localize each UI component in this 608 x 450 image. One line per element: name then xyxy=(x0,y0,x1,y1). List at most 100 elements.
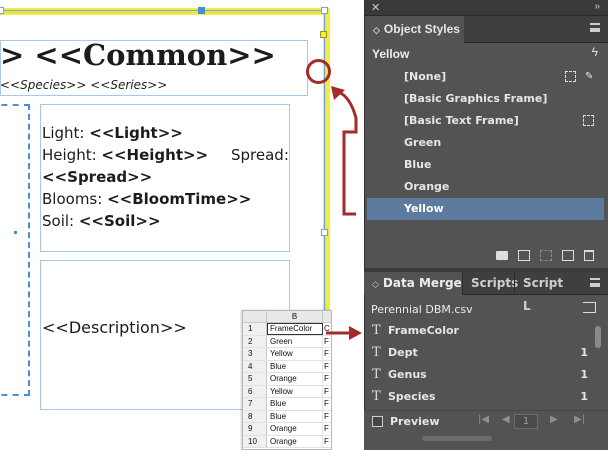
row-number: 5 xyxy=(243,373,267,385)
light-value: <<Light>> xyxy=(89,124,183,142)
selection-handle-right-middle[interactable] xyxy=(321,229,328,236)
new-style-icon[interactable] xyxy=(562,249,574,261)
folder-icon[interactable] xyxy=(496,250,508,260)
field-count: 1 xyxy=(580,346,588,359)
object-styles-tabbar: ◇ Object Styles xyxy=(365,16,608,43)
style-item-yellow[interactable]: Yellow xyxy=(367,198,604,220)
row-number: 1 xyxy=(243,323,267,335)
text-field-icon: T xyxy=(372,389,381,404)
spreadsheet-row: 10 Orange F xyxy=(243,435,331,448)
row-number: 3 xyxy=(243,348,267,360)
field-name: Species xyxy=(388,390,436,403)
tab-object-styles[interactable]: ◇ Object Styles xyxy=(365,16,464,43)
blooms-value: <<BloomTime>> xyxy=(107,190,252,208)
subtitle-text: <<Species>> <<Series>> xyxy=(0,78,168,92)
row-number: 7 xyxy=(243,398,267,410)
row-number: 6 xyxy=(243,385,267,397)
soil-value: <<Soil>> xyxy=(78,212,161,230)
document-canvas[interactable]: > <<Common>> <<Species>> <<Series>> Ligh… xyxy=(0,0,364,450)
collapse-icon[interactable]: » xyxy=(594,1,600,12)
column-b-header: B xyxy=(267,311,323,322)
style-item-none[interactable]: [None] ✎ xyxy=(367,66,604,88)
record-number-field[interactable]: 1 xyxy=(514,414,538,429)
data-field-item[interactable]: T FrameColor xyxy=(366,320,592,342)
lightning-icon[interactable]: ϟ xyxy=(592,45,598,59)
trash-icon[interactable] xyxy=(584,249,594,261)
close-icon[interactable]: ✕ xyxy=(371,1,380,14)
style-label: Blue xyxy=(404,158,432,171)
tab-chevron-icon: ◇ xyxy=(373,25,380,35)
last-record-icon[interactable]: ▶| xyxy=(574,414,585,425)
blooms-label: Blooms: xyxy=(42,190,108,208)
first-record-icon[interactable]: |◀ xyxy=(478,414,489,425)
field-count: 1 xyxy=(580,368,588,381)
cell-c: F xyxy=(324,361,329,371)
style-group-icon[interactable] xyxy=(518,249,530,261)
out-port-handle[interactable] xyxy=(320,31,327,38)
row-number: 2 xyxy=(243,335,267,347)
spreadsheet-inset: B 1 FrameColor C 2 Green F 3 Yellow F 4 Blue F 5 Oran… xyxy=(242,310,332,450)
select-data-source-icon[interactable] xyxy=(583,302,596,313)
panel-menu-icon[interactable] xyxy=(590,278,600,287)
field-name: Genus xyxy=(388,368,427,381)
style-label: [Basic Graphics Frame] xyxy=(404,92,548,105)
previous-record-icon[interactable]: ◀ xyxy=(502,414,510,425)
tab-object-styles-label: Object Styles xyxy=(383,22,460,36)
title-text: > <<Common>> xyxy=(0,38,276,72)
selection-handle-top-right[interactable] xyxy=(321,7,328,14)
data-merge-tabbar: ◇ Data Merge Scripts Script L xyxy=(364,272,608,313)
cell-c: F xyxy=(324,424,329,433)
clear-overrides-icon[interactable] xyxy=(540,249,552,261)
text-field-icon: T xyxy=(372,345,381,360)
preview-checkbox[interactable] xyxy=(372,416,383,427)
spreadsheet-row: 4 Blue F xyxy=(243,360,331,373)
selection-handle-top-center[interactable] xyxy=(198,7,205,14)
selection-edge-top xyxy=(0,10,328,11)
next-record-icon[interactable]: ▶ xyxy=(550,414,558,425)
data-field-list: T FrameColor T Dept 1 T Genus 1 T Species 1 xyxy=(366,320,592,408)
field-name: Dept xyxy=(388,346,418,359)
preview-label: Preview xyxy=(390,415,440,428)
field-name: FrameColor xyxy=(388,324,459,337)
horizontal-scrollbar[interactable] xyxy=(422,436,492,441)
style-label: [Basic Text Frame] xyxy=(404,114,519,127)
style-item-basic-graphics-frame[interactable]: [Basic Graphics Frame] xyxy=(367,88,604,110)
style-label: [None] xyxy=(404,70,447,83)
row-number-header xyxy=(243,311,267,322)
cell-b: Blue xyxy=(267,398,323,410)
style-item-orange[interactable]: Orange xyxy=(367,176,604,198)
field-count: 1 xyxy=(580,390,588,403)
style-item-green[interactable]: Green xyxy=(367,132,604,154)
image-placeholder-frame[interactable] xyxy=(0,104,30,396)
spreadsheet-row: 1 FrameColor C xyxy=(243,323,331,336)
cell-c: F xyxy=(324,411,329,421)
cell-b: Orange xyxy=(267,435,323,447)
tab-data-merge-label: Data Merge xyxy=(382,276,462,290)
spreadsheet-row: 6 Yellow F xyxy=(243,385,331,398)
panel-menu-icon[interactable] xyxy=(590,23,600,32)
cell-c: F xyxy=(324,349,329,358)
spreadsheet-row: 7 Blue F xyxy=(243,398,331,411)
cell-c: F xyxy=(324,399,329,408)
text-field-icon: T xyxy=(372,367,381,382)
tab-script-label[interactable]: Script L xyxy=(514,272,572,313)
spreadsheet-row: 3 Yellow F xyxy=(243,348,331,361)
data-field-item[interactable]: T Dept 1 xyxy=(366,342,592,364)
preview-bar: Preview |◀ ◀ 1 ▶ ▶| xyxy=(364,410,608,432)
data-field-item[interactable]: T Genus 1 xyxy=(366,364,592,386)
pen-icon: ✎ xyxy=(585,71,594,82)
soil-label: Soil: xyxy=(42,212,79,230)
data-field-item[interactable]: T Species 1 xyxy=(366,386,592,408)
row-number: 4 xyxy=(243,360,267,372)
spreadsheet-row: 2 Green F xyxy=(243,335,331,348)
field-list-scrollbar[interactable] xyxy=(595,326,601,348)
tab-scripts-label: Scripts xyxy=(471,276,519,290)
style-item-blue[interactable]: Blue xyxy=(367,154,604,176)
selection-handle[interactable] xyxy=(0,7,4,14)
cell-b: Blue xyxy=(267,410,323,422)
tab-scripts[interactable]: Scripts xyxy=(462,272,518,295)
style-item-basic-text-frame[interactable]: [Basic Text Frame] xyxy=(367,110,604,132)
cell-b: Yellow xyxy=(267,385,323,397)
text-frame-icon xyxy=(583,115,594,126)
tab-data-merge[interactable]: ◇ Data Merge xyxy=(364,272,462,295)
